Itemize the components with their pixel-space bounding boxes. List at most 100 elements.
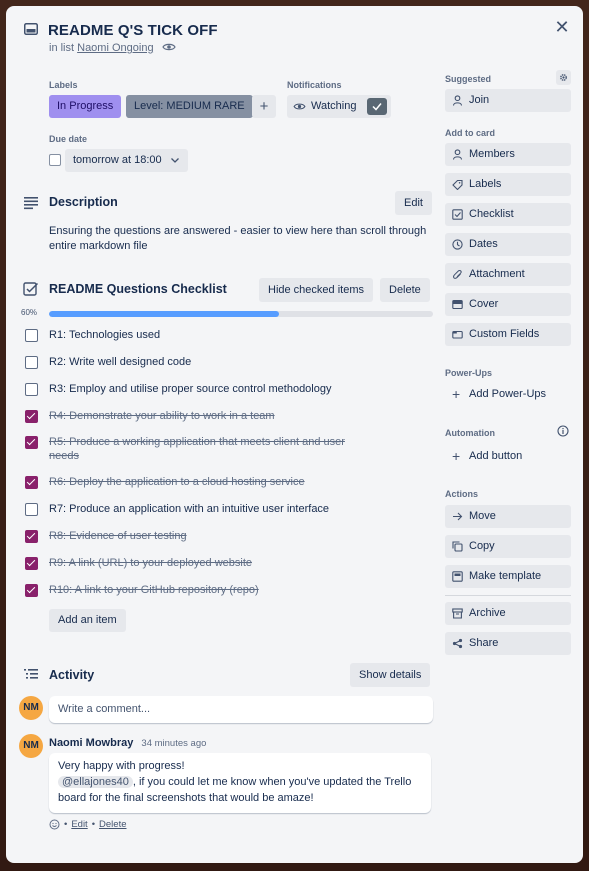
tag-icon [452, 179, 463, 190]
add-button-label: Add button [469, 450, 523, 462]
make-template-button[interactable]: Make template [445, 565, 571, 588]
comment-author[interactable]: Naomi Mowbray [49, 737, 133, 749]
join-button[interactable]: Join [445, 89, 571, 112]
suggested-heading: Suggested [445, 74, 492, 84]
custom-fields-button[interactable]: Custom Fields [445, 323, 571, 346]
dates-button[interactable]: Dates [445, 233, 571, 256]
checklist-icon [452, 209, 463, 220]
comment-header: Naomi Mowbray 34 minutes ago [49, 737, 206, 749]
checklist-item-checkbox[interactable] [25, 383, 38, 396]
comment-line: , if you could let me know when you've u… [132, 776, 412, 788]
move-button[interactable]: Move [445, 505, 571, 528]
checklist-item-text[interactable]: R2: Write well designed code [49, 355, 389, 369]
show-details-button[interactable]: Show details [350, 663, 431, 687]
add-powerups-button[interactable]: + Add Power-Ups [445, 383, 571, 406]
info-icon[interactable] [557, 425, 569, 437]
delete-checklist-button[interactable]: Delete [380, 278, 430, 302]
add-button-button[interactable]: + Add button [445, 445, 571, 468]
card-title[interactable]: README Q'S TICK OFF [48, 22, 218, 39]
copy-button[interactable]: Copy [445, 535, 571, 558]
actions-heading: Actions [445, 489, 479, 499]
due-date-heading: Due date [49, 134, 88, 144]
separator-dot: • [91, 819, 96, 830]
list-link[interactable]: Naomi Ongoing [77, 42, 153, 54]
copy-label: Copy [469, 540, 495, 552]
members-button[interactable]: Members [445, 143, 571, 166]
cover-label: Cover [469, 298, 499, 310]
checklist-item-text[interactable]: R10: A link to your GitHub repository (r… [49, 583, 389, 597]
checklist-item-text[interactable]: R3: Employ and utilise proper source con… [49, 382, 389, 396]
dates-label: Dates [469, 238, 498, 250]
checklist-item-checkbox[interactable] [25, 476, 38, 489]
checklist-item-text[interactable]: R5: Produce a working application that m… [49, 435, 349, 463]
edit-comment-link[interactable]: Edit [71, 819, 87, 830]
attachment-label: Attachment [469, 268, 525, 280]
checklist-item-checkbox[interactable] [25, 356, 38, 369]
labels-label: Labels [469, 178, 502, 190]
copy-icon [452, 541, 463, 552]
checklist-item-checkbox[interactable] [25, 557, 38, 570]
checklist-item-checkbox[interactable] [25, 436, 38, 449]
comment-input[interactable]: Write a comment... [49, 696, 433, 723]
checklist-item-checkbox[interactable] [25, 410, 38, 423]
comment-line: board for the final screenshots that wou… [58, 792, 314, 804]
labels-button[interactable]: Labels [445, 173, 571, 196]
checklist-item-text[interactable]: R7: Produce an application with an intui… [49, 502, 389, 516]
join-label: Join [469, 94, 490, 106]
add-label-button[interactable]: + [252, 95, 276, 118]
card-detail-modal: README Q'S TICK OFF ✕ in list Naomi Ongo… [6, 6, 583, 863]
add-to-card-heading: Add to card [445, 128, 496, 138]
checklist-item-text[interactable]: R4: Demonstrate your ability to work in … [49, 409, 389, 423]
paperclip-icon [453, 269, 462, 279]
checklist-item-checkbox[interactable] [25, 530, 38, 543]
cover-button[interactable]: Cover [445, 293, 571, 316]
checklist-item-checkbox[interactable] [25, 329, 38, 342]
comment-body: Very happy with progress! @ellajones40, … [49, 753, 431, 813]
close-icon[interactable]: ✕ [552, 17, 572, 37]
edit-description-button[interactable]: Edit [395, 191, 432, 215]
add-checklist-item-button[interactable]: Add an item [49, 609, 126, 632]
label-in-progress[interactable]: In Progress [49, 95, 122, 118]
watch-button[interactable]: Watching [287, 95, 391, 118]
checklist-heading[interactable]: README Questions Checklist [49, 282, 227, 296]
comment-author-avatar[interactable]: NM [19, 734, 43, 758]
chevron-down-icon [171, 158, 179, 163]
comment-time[interactable]: 34 minutes ago [141, 738, 206, 749]
label-level[interactable]: Level: MEDIUM RARE [126, 95, 253, 118]
card-list-info: in list Naomi Ongoing [49, 42, 154, 54]
eye-icon [162, 43, 176, 51]
checklist-item-checkbox[interactable] [25, 503, 38, 516]
due-date-button[interactable]: tomorrow at 18:00 [65, 149, 188, 172]
description-heading: Description [49, 195, 118, 209]
hide-checked-button[interactable]: Hide checked items [259, 278, 373, 302]
comment-mention[interactable]: @ellajones40 [58, 776, 133, 788]
separator-dot: • [64, 819, 68, 830]
person-icon [452, 95, 463, 106]
checklist-button[interactable]: Checklist [445, 203, 571, 226]
description-icon [24, 197, 38, 210]
checklist-icon [23, 282, 39, 296]
checklist-item-text[interactable]: R9: A link (URL) to your deployed websit… [49, 556, 389, 570]
checklist-item-text[interactable]: R6: Deploy the application to a cloud ho… [49, 475, 389, 489]
watching-check-icon [367, 98, 387, 115]
checklist-item-text[interactable]: R8: Evidence of user testing [49, 529, 389, 543]
attachment-button[interactable]: Attachment [445, 263, 571, 286]
suggested-settings-button[interactable] [556, 70, 571, 85]
emoji-reaction-icon[interactable] [49, 819, 60, 830]
checklist-item-checkbox[interactable] [25, 584, 38, 597]
archive-button[interactable]: Archive [445, 602, 571, 625]
members-label: Members [469, 148, 515, 160]
delete-comment-link[interactable]: Delete [99, 819, 126, 830]
checklist-label: Checklist [469, 208, 514, 220]
archive-icon [452, 608, 463, 619]
due-date-value: tomorrow at 18:00 [73, 154, 162, 166]
checklist-item-text[interactable]: R1: Technologies used [49, 328, 389, 342]
avatar[interactable]: NM [19, 696, 43, 720]
description-text[interactable]: Ensuring the questions are answered - ea… [49, 224, 434, 254]
arrow-right-icon [453, 512, 463, 521]
activity-icon [24, 669, 38, 679]
share-button[interactable]: Share [445, 632, 571, 655]
share-icon [452, 638, 463, 649]
due-date-checkbox[interactable] [49, 154, 61, 166]
automation-heading: Automation [445, 428, 495, 438]
